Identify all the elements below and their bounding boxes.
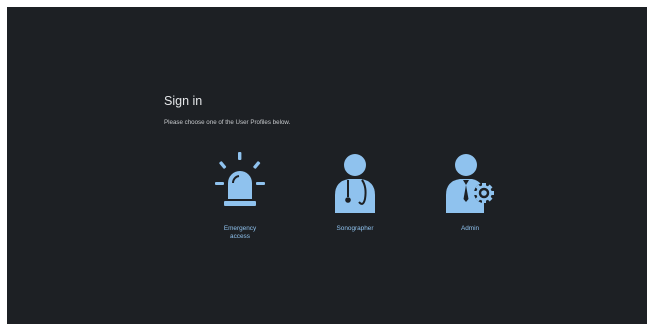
- profile-admin-label: Admin: [460, 225, 480, 232]
- siren-icon: [210, 147, 270, 215]
- profile-sonographer[interactable]: Sonographer: [307, 147, 403, 257]
- profile-admin[interactable]: Admin: [422, 147, 518, 257]
- sign-in-screen: Sign in Please choose one of the User Pr…: [7, 7, 647, 324]
- page-title: Sign in: [164, 94, 203, 108]
- profile-emergency-label: Emergency access: [223, 225, 257, 240]
- profile-emergency-access[interactable]: Emergency access: [192, 147, 288, 257]
- user-gear-icon: [440, 147, 500, 215]
- profile-sonographer-label: Sonographer: [336, 225, 374, 232]
- doctor-stethoscope-icon: [325, 147, 385, 215]
- page-subtitle: Please choose one of the User Profiles b…: [164, 119, 291, 126]
